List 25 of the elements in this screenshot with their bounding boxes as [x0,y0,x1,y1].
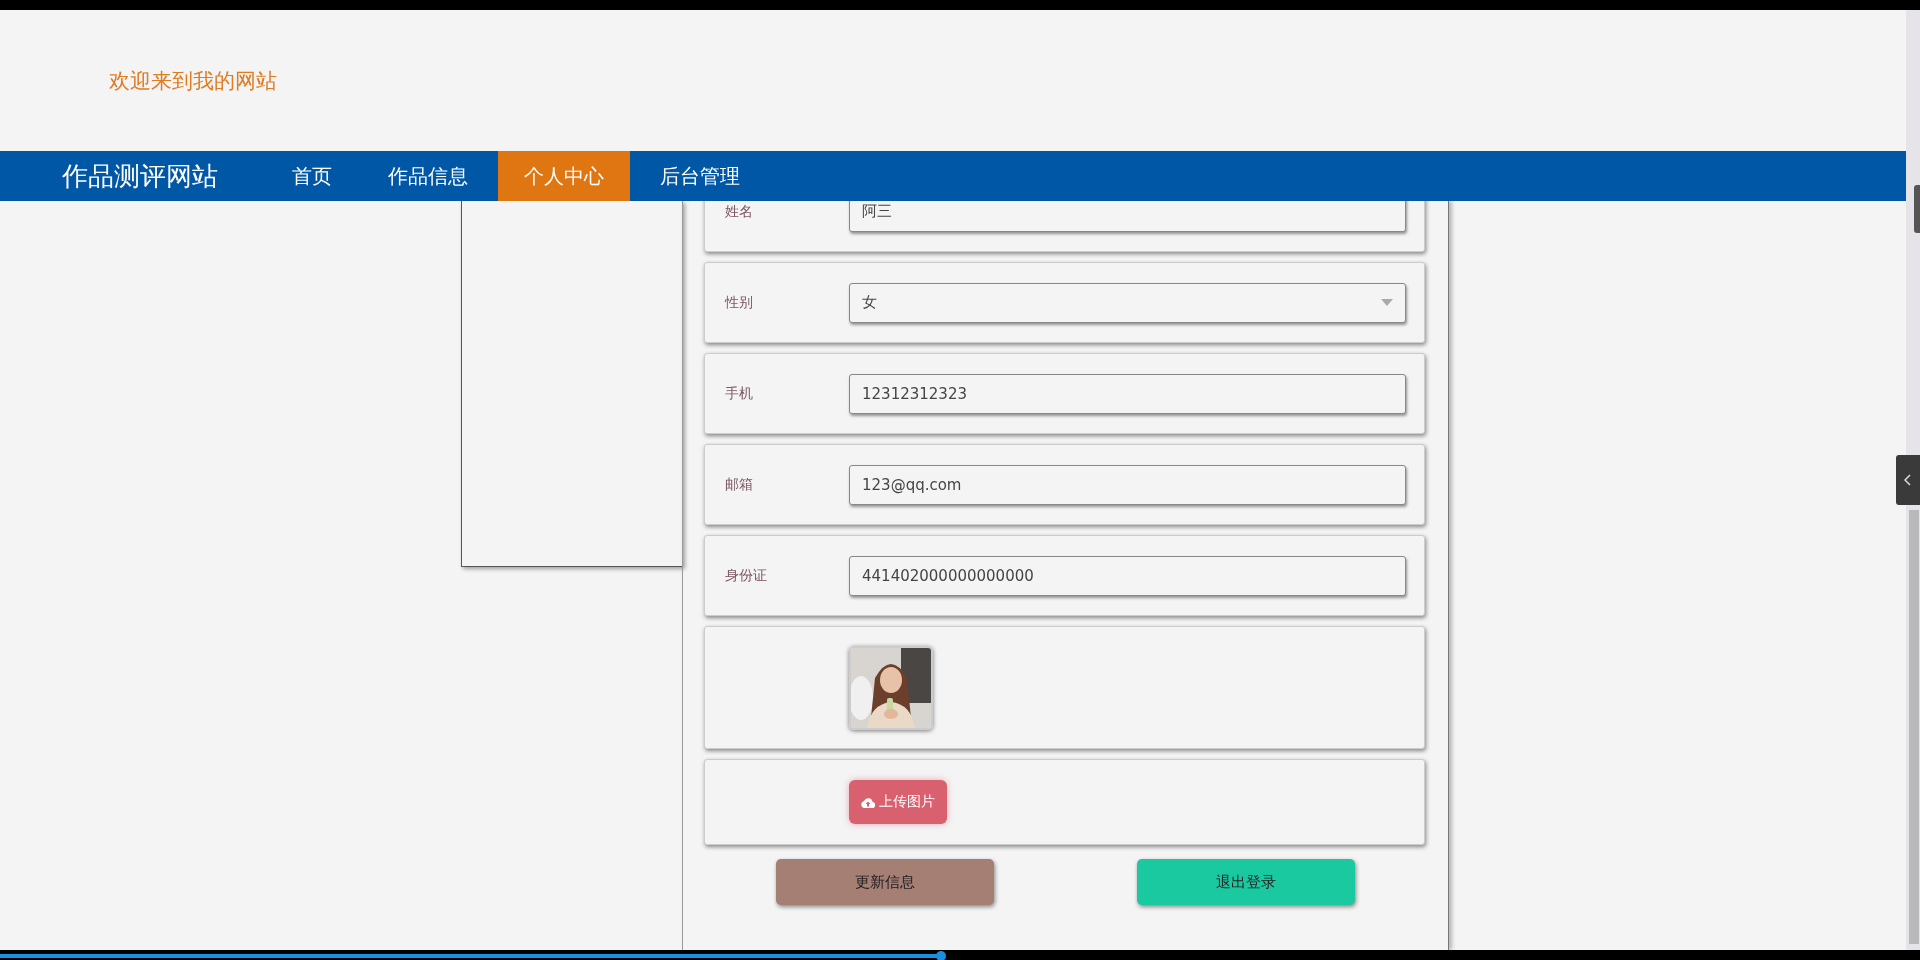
field-label: 姓名 [724,202,754,221]
welcome-text: 欢迎来到我的网站 [109,67,277,95]
select-field[interactable]: 女 [849,282,1406,323]
scroll-thumb[interactable] [1909,510,1919,944]
upload-button[interactable]: 上传图片 [849,780,947,824]
input-field[interactable]: 441402000000000000 [849,555,1406,596]
chevron-left-icon [1904,474,1912,486]
input-field[interactable]: 12312312323 [849,373,1406,414]
cloud-upload-icon [861,796,875,808]
field-label: 手机 [724,384,754,403]
site-title: 作品测评网站 [61,159,219,193]
field-label: 身份证 [724,566,768,585]
caret-icon [1381,299,1393,306]
side-handle[interactable] [1914,185,1920,233]
field-label: 性别 [723,293,754,312]
input-field[interactable]: 123@qq.com [849,464,1406,505]
nav-item[interactable]: 作品信息 [362,151,494,201]
update-button[interactable]: 更新信息 [776,859,994,905]
nav-item[interactable]: 首页 [266,151,358,201]
input-field[interactable]: 阿三 [849,201,1406,232]
collapse-tab[interactable] [1896,455,1920,505]
scrollbar[interactable] [1906,10,1920,950]
field-label: 邮箱 [724,475,754,494]
nav-item[interactable]: 后台管理 [634,151,766,201]
logout-button[interactable]: 退出登录 [1137,859,1355,905]
